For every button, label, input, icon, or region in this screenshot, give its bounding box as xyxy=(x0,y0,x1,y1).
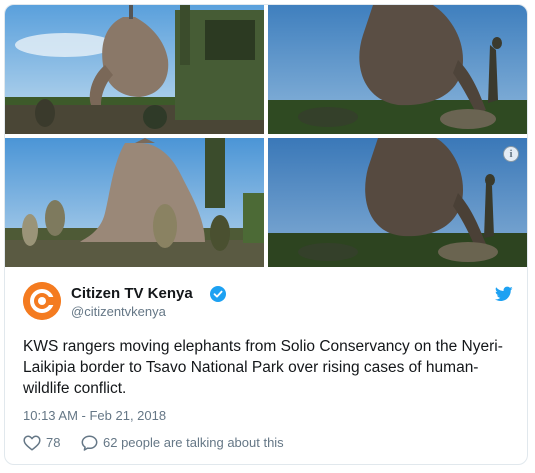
media-grid: i xyxy=(5,5,527,267)
info-icon[interactable]: i xyxy=(503,146,519,162)
photo-elephant-on-truck[interactable] xyxy=(5,138,264,267)
tweet-header: Citizen TV Kenya @citizentvkenya xyxy=(23,280,513,324)
twitter-bird-icon[interactable] xyxy=(495,286,513,302)
user-handle[interactable]: @citizentvkenya xyxy=(71,304,166,319)
photo-elephant-lift-2[interactable] xyxy=(268,5,527,134)
display-name[interactable]: Citizen TV Kenya xyxy=(71,285,193,302)
verified-badge-icon xyxy=(210,286,226,302)
reply-bubble-icon[interactable] xyxy=(81,435,98,451)
tweet-timestamp[interactable]: 10:13 AM - Feb 21, 2018 xyxy=(23,408,166,423)
avatar[interactable] xyxy=(23,282,61,320)
tweet-text: KWS rangers moving elephants from Solio … xyxy=(23,338,503,397)
photo-elephant-lift-1[interactable]: i xyxy=(5,5,264,134)
heart-icon[interactable] xyxy=(23,435,41,451)
photo-elephant-lift-3[interactable]: i xyxy=(268,138,527,267)
embedded-tweet-card[interactable]: i Citizen TV Kenya @citizentvkenya KWS r… xyxy=(4,4,528,465)
like-count: 78 xyxy=(46,435,61,450)
tweet-actions: 78 62 people are talking about this xyxy=(23,433,423,453)
talking-about-link[interactable]: 62 people are talking about this xyxy=(103,435,284,450)
